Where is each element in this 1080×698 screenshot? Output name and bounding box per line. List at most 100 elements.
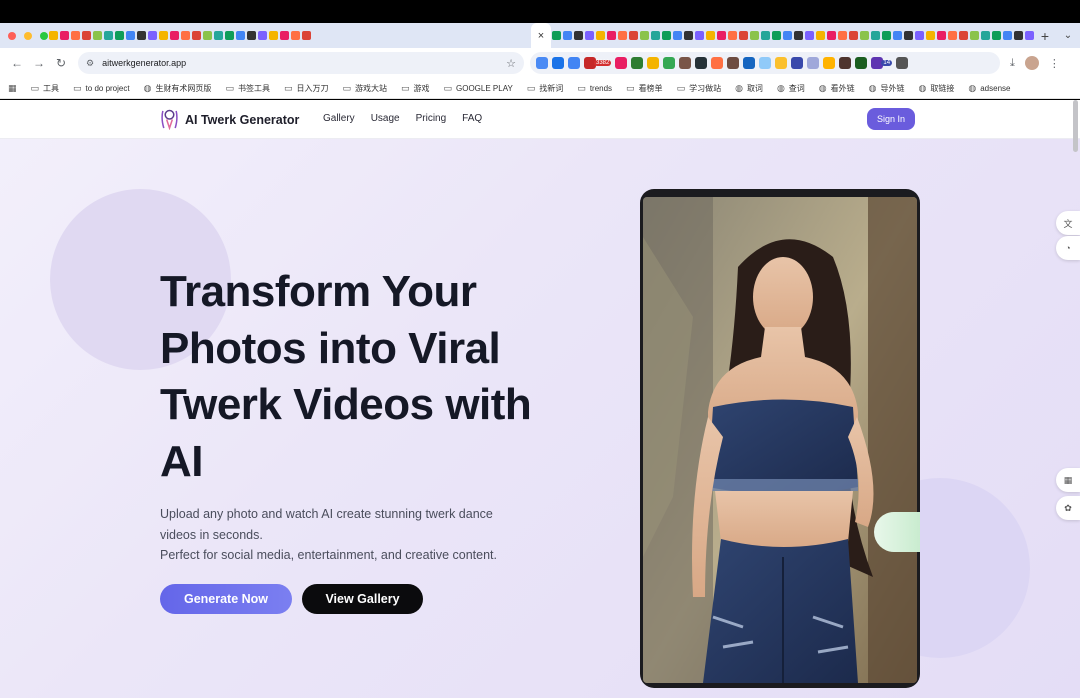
tab-favicon[interactable]: [716, 31, 726, 40]
bookmark-item[interactable]: ◍ adsense: [968, 83, 1010, 94]
address-bar[interactable]: ⚙ aitwerkgenerator.app ☆: [78, 52, 524, 74]
extension-icon[interactable]: [631, 57, 644, 69]
active-tab[interactable]: ×: [531, 23, 551, 48]
extension-icon[interactable]: [896, 57, 909, 69]
translate-icon[interactable]: 文: [1056, 211, 1080, 235]
tab-favicon[interactable]: [573, 31, 583, 40]
tab-favicon[interactable]: [235, 31, 245, 40]
tab-favicon[interactable]: [639, 31, 649, 40]
download-icon[interactable]: ⤓: [1010, 57, 1015, 70]
tab-favicon[interactable]: [738, 31, 748, 40]
tab-favicon[interactable]: [48, 31, 58, 40]
bookmark-item[interactable]: ◍ 生财有术网页版: [144, 83, 212, 94]
bookmark-item[interactable]: ▭ to do project: [73, 83, 130, 94]
tab-favicon[interactable]: [290, 31, 300, 40]
tab-favicon[interactable]: [991, 31, 1001, 40]
tab-favicon[interactable]: [1002, 31, 1012, 40]
tab-favicon[interactable]: [969, 31, 979, 40]
nav-pricing[interactable]: Pricing: [416, 113, 447, 124]
extension-icon[interactable]: [711, 57, 724, 69]
extension-icon[interactable]: [839, 57, 852, 69]
tab-favicon[interactable]: [914, 31, 924, 40]
bookmark-item[interactable]: ▭ 游戏大站: [342, 83, 387, 94]
tab-favicon[interactable]: [892, 31, 902, 40]
tab-favicon[interactable]: [301, 31, 311, 40]
tab-favicons-right[interactable]: [551, 23, 1034, 48]
bookmark-item[interactable]: ▭ trends: [577, 83, 612, 94]
bookmark-item[interactable]: ▭ 找新词: [527, 83, 564, 94]
tab-favicon[interactable]: [694, 31, 704, 40]
tab-favicon[interactable]: [881, 31, 891, 40]
extension-icon[interactable]: [615, 57, 628, 69]
forward-icon[interactable]: →: [28, 56, 50, 70]
tab-favicon[interactable]: [705, 31, 715, 40]
extension-icon[interactable]: [759, 57, 772, 69]
tab-favicon[interactable]: [727, 31, 737, 40]
tab-favicon[interactable]: [958, 31, 968, 40]
extension-icon[interactable]: [823, 57, 836, 69]
extension-icon[interactable]: [679, 57, 692, 69]
tab-favicon[interactable]: [70, 31, 80, 40]
tab-favicon[interactable]: [826, 31, 836, 40]
bookmark-item[interactable]: ◍ 导外链: [869, 83, 905, 94]
tab-favicon[interactable]: [147, 31, 157, 40]
tab-favicon[interactable]: [213, 31, 223, 40]
extension-icon[interactable]: [663, 57, 676, 69]
bookmark-item[interactable]: ▭ 游戏: [401, 83, 430, 94]
tab-favicon[interactable]: [202, 31, 212, 40]
tab-favicon[interactable]: [771, 31, 781, 40]
extension-icon[interactable]: [552, 57, 564, 69]
bookmark-item[interactable]: ◍ 取词: [735, 83, 763, 94]
tab-favicon[interactable]: [650, 31, 660, 40]
nav-faq[interactable]: FAQ: [462, 113, 482, 124]
tab-favicon[interactable]: [169, 31, 179, 40]
extension-icon[interactable]: [791, 57, 804, 69]
extension-icon[interactable]: [568, 57, 580, 69]
minimize-window-button[interactable]: [24, 31, 32, 40]
tab-favicon[interactable]: [562, 31, 572, 40]
tab-favicon[interactable]: [279, 31, 289, 40]
tab-favicon[interactable]: [595, 31, 605, 40]
ai-helper-icon[interactable]: ✿: [1056, 496, 1080, 520]
site-info-icon[interactable]: ⚙: [86, 58, 94, 69]
tab-favicon[interactable]: [980, 31, 990, 40]
tab-favicon[interactable]: [158, 31, 168, 40]
tab-favicon[interactable]: [947, 31, 957, 40]
tab-favicon[interactable]: [551, 31, 561, 40]
extensions-bar[interactable]: 3382 14: [530, 52, 1000, 74]
tab-favicon[interactable]: [103, 31, 113, 40]
tab-favicon[interactable]: [1013, 31, 1023, 40]
tab-favicon[interactable]: [870, 31, 880, 40]
extension-icon[interactable]: [775, 57, 788, 69]
close-tab-icon[interactable]: ×: [538, 30, 544, 42]
tab-favicon[interactable]: [749, 31, 759, 40]
page-scrollbar[interactable]: [1073, 100, 1078, 152]
maximize-window-button[interactable]: [40, 31, 48, 40]
extension-icon[interactable]: [855, 57, 868, 69]
extension-icon[interactable]: [695, 57, 708, 69]
bookmark-item[interactable]: ▭ 学习做站: [677, 83, 722, 94]
tab-favicon[interactable]: [903, 31, 913, 40]
profile-avatar[interactable]: [1024, 56, 1039, 70]
bookmark-item[interactable]: ◍ 看外链: [819, 83, 855, 94]
nav-usage[interactable]: Usage: [371, 113, 400, 124]
tab-favicon[interactable]: [584, 31, 594, 40]
bookmark-item[interactable]: ▭ 工具: [31, 83, 60, 94]
bookmark-star-icon[interactable]: ☆: [506, 57, 516, 70]
extension-icon[interactable]: [647, 57, 660, 69]
tab-favicon[interactable]: [617, 31, 627, 40]
apps-grid-icon[interactable]: ▦: [8, 83, 17, 94]
tab-favicon[interactable]: [782, 31, 792, 40]
bookmark-item[interactable]: ▭ 日入万刀: [284, 83, 329, 94]
tab-favicon[interactable]: [81, 31, 91, 40]
tab-favicon[interactable]: [268, 31, 278, 40]
tab-favicon[interactable]: [606, 31, 616, 40]
tab-favicon[interactable]: [760, 31, 770, 40]
extension-icon[interactable]: [743, 57, 756, 69]
tab-favicon[interactable]: [848, 31, 858, 40]
bookmark-item[interactable]: ◍ 查词: [777, 83, 805, 94]
tab-favicon[interactable]: [246, 31, 256, 40]
tab-favicon[interactable]: [92, 31, 102, 40]
extension-icon[interactable]: [807, 57, 820, 69]
assistant-icon[interactable]: ◔: [1056, 236, 1080, 260]
